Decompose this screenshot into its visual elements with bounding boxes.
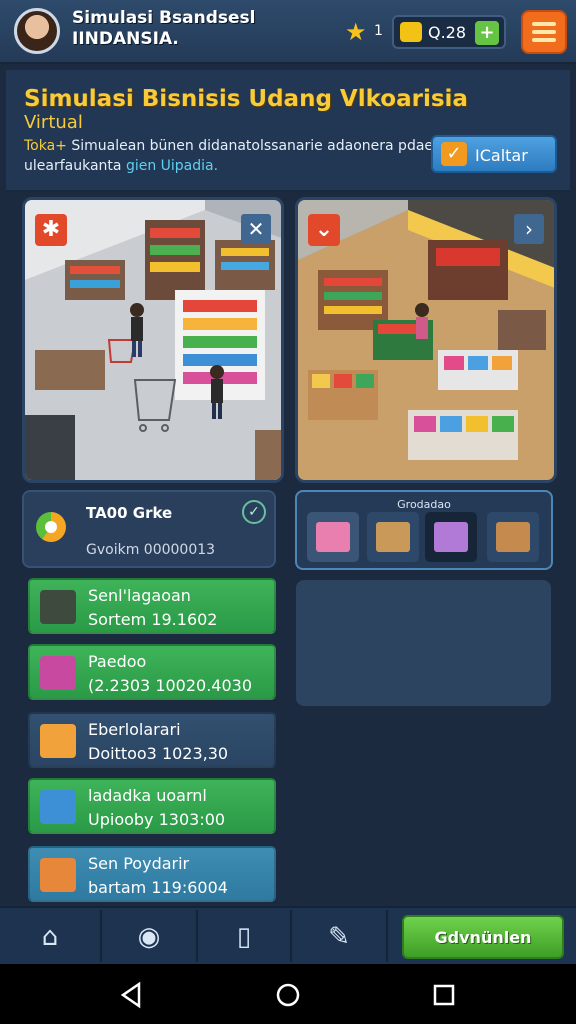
- coin-icon: [400, 22, 422, 42]
- action-label: Eberlolarari: [88, 720, 181, 739]
- action-button-3[interactable]: Eberlolarari Doittoo3 1023,30: [28, 712, 276, 768]
- nav-tab-home[interactable]: ⌂: [0, 910, 102, 962]
- system-nav-bar: [0, 964, 576, 1024]
- calculate-label: ICaltar: [475, 146, 528, 165]
- banner-text: Simualean bünen didanatolssanarie adaone…: [24, 138, 434, 174]
- star-count: 1: [374, 23, 383, 39]
- box-icon: [40, 724, 76, 758]
- chevron-right-icon[interactable]: ›: [514, 214, 544, 244]
- inventory-slot[interactable]: [367, 512, 419, 562]
- action-button-1[interactable]: Senl'lagaoan Sortem 19.1602: [28, 578, 276, 634]
- check-icon[interactable]: ✓: [242, 500, 266, 524]
- location-icon: ◉: [137, 922, 161, 952]
- inventory-slot[interactable]: [425, 512, 477, 562]
- recents-icon[interactable]: [429, 980, 459, 1010]
- banner-subtitle: Virtual: [24, 112, 83, 133]
- action-button-4[interactable]: ladadka uoarnl Upiooby 1303:00: [28, 778, 276, 834]
- action-button-2[interactable]: Paedoo (2.2303 10020.4030: [28, 644, 276, 700]
- banner-description: Toka+ Simualean bünen didanatolssanarie …: [24, 136, 434, 176]
- purple-box-icon: [434, 522, 468, 552]
- crate-icon: [40, 590, 76, 624]
- action-button-5[interactable]: Sen Poydarir bartam 119:6004: [28, 846, 276, 902]
- home-nav-icon[interactable]: [273, 980, 303, 1010]
- chevron-down-badge-icon: ⌄: [308, 214, 340, 246]
- action-label: Senl'lagaoan: [88, 586, 191, 605]
- menu-icon-line: [532, 38, 556, 42]
- nav-tab-location[interactable]: ◉: [102, 910, 198, 962]
- continue-label: Gdvnünlen: [434, 928, 532, 947]
- package-icon: [496, 522, 530, 552]
- inventory-slot[interactable]: [307, 512, 359, 562]
- bottom-nav: ⌂ ◉ ▯ ✎ Gdvnünlen: [0, 906, 576, 964]
- star-icon: ★: [345, 18, 367, 46]
- continue-button[interactable]: Gdvnünlen: [402, 915, 564, 959]
- home-icon: ⌂: [41, 922, 59, 952]
- store-scene-left[interactable]: ✱ ✕: [22, 197, 284, 483]
- top-bar: Simulasi Bsandsesl IINDANSIA. ★ 1 Q.28 +: [0, 0, 576, 64]
- action-value: (2.2303 10020.4030: [88, 676, 253, 695]
- product-name: TA00 Grke: [86, 504, 173, 522]
- nav-tab-inventory[interactable]: ▯: [198, 910, 292, 962]
- store-scene-right[interactable]: ⌄ ›: [295, 197, 557, 483]
- add-coins-button[interactable]: +: [475, 21, 499, 45]
- bottle-icon: ▯: [236, 922, 252, 952]
- coin-counter: Q.28 +: [392, 15, 506, 49]
- gift-box-icon: [40, 858, 76, 892]
- close-icon[interactable]: ✕: [241, 214, 271, 244]
- info-banner: Simulasi Bisnisis Udang Vlkoarisia Virtu…: [6, 70, 570, 192]
- inventory-slot[interactable]: [487, 512, 539, 562]
- back-icon[interactable]: [117, 980, 147, 1010]
- action-label: ladadka uoarnl: [88, 786, 207, 805]
- action-label: Paedoo: [88, 652, 147, 671]
- tools-icon: ✎: [328, 922, 350, 952]
- player-avatar[interactable]: [14, 8, 60, 54]
- banner-highlight: gien Uipadia.: [125, 158, 219, 174]
- nav-tab-tools[interactable]: ✎: [292, 910, 388, 962]
- action-value: Sortem 19.1602: [88, 610, 218, 629]
- calculate-button[interactable]: ✓ ICaltar: [431, 135, 557, 173]
- banner-tag: Toka+: [24, 138, 67, 154]
- basket-icon: [40, 656, 76, 690]
- product-logo-icon: [36, 512, 66, 542]
- menu-icon-line: [532, 30, 556, 34]
- crate-icon: [376, 522, 410, 552]
- action-label: Sen Poydarir: [88, 854, 190, 873]
- banner-title: Simulasi Bisnisis Udang Vlkoarisia: [24, 86, 468, 112]
- inventory-panel: Grodadao: [295, 490, 553, 570]
- checkmark-icon: ✓: [441, 142, 467, 166]
- menu-button[interactable]: [521, 10, 567, 54]
- coin-value: Q.28: [428, 23, 467, 42]
- product-meta: Gvoikm 00000013: [86, 542, 216, 558]
- pink-box-icon: [316, 522, 350, 552]
- inventory-title: Grodadao: [397, 498, 451, 511]
- menu-icon: [532, 22, 556, 26]
- blue-box-icon: [40, 790, 76, 824]
- empty-panel: [296, 580, 551, 706]
- app-title: Simulasi Bsandsesl IINDANSIA.: [72, 8, 256, 49]
- action-value: bartam 119:6004: [88, 878, 228, 897]
- action-value: Doittoo3 1023,30: [88, 744, 229, 763]
- action-value: Upiooby 1303:00: [88, 810, 226, 829]
- product-card[interactable]: TA00 Grke Gvoikm 00000013 ✓: [22, 490, 276, 568]
- featured-badge-icon: ✱: [35, 214, 67, 246]
